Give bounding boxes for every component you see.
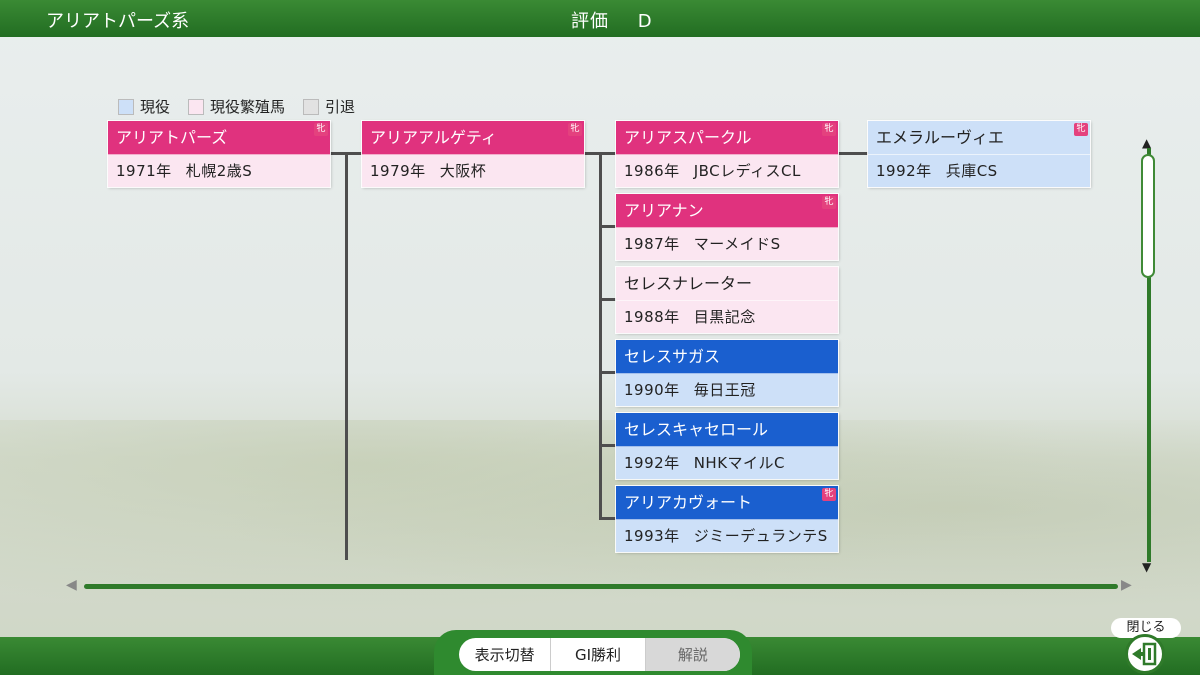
connector-line — [599, 371, 616, 374]
female-badge-icon: 牝 — [314, 123, 328, 136]
female-badge-icon: 牝 — [822, 196, 836, 209]
connector-line — [599, 298, 616, 301]
horse-name: アリアスパークル — [616, 121, 838, 155]
close-button[interactable] — [1125, 634, 1165, 674]
horse-race: 1992年 兵庫CS — [868, 155, 1090, 187]
female-badge-icon: 牝 — [822, 488, 836, 501]
horse-card[interactable]: アリアナン 1987年 マーメイドS 牝 — [616, 194, 838, 260]
horse-race: 1971年 札幌2歳S — [108, 155, 330, 187]
scroll-left-icon[interactable]: ◀ — [66, 577, 77, 593]
legend-swatch-active — [118, 98, 134, 115]
header-bar: アリアトパーズ系 評価 D — [0, 0, 1200, 37]
female-badge-icon: 牝 — [1074, 123, 1088, 136]
horse-race: 1992年 NHKマイルC — [616, 447, 838, 479]
horse-name: セレスキャセロール — [616, 413, 838, 447]
horse-card[interactable]: エメラルーヴィエ 1992年 兵庫CS 牝 — [868, 121, 1090, 187]
rating-label: 評価 — [571, 11, 609, 32]
female-badge-icon: 牝 — [822, 123, 836, 136]
legend-item-retired: 引退 — [303, 96, 355, 117]
legend-label: 現役繁殖馬 — [210, 98, 286, 116]
horse-card[interactable]: アリアカヴォート 1993年 ジミーデュランテS 牝 — [616, 486, 838, 552]
horse-card[interactable]: アリアアルゲティ 1979年 大阪杯 牝 — [362, 121, 584, 187]
horse-name: アリアアルゲティ — [362, 121, 584, 155]
legend-label: 引退 — [325, 98, 356, 116]
horse-card[interactable]: セレスキャセロール 1992年 NHKマイルC — [616, 413, 838, 479]
horse-name: アリアカヴォート — [616, 486, 838, 520]
scroll-down-icon[interactable]: ▼ — [1142, 560, 1151, 574]
vertical-scroll-thumb[interactable] — [1141, 154, 1155, 278]
connector-line — [599, 225, 616, 228]
exit-door-icon — [1132, 642, 1157, 666]
legend-item-breeding: 現役繁殖馬 — [188, 96, 285, 117]
horse-name: アリアトパーズ — [108, 121, 330, 155]
rating-grade: D — [637, 11, 653, 32]
horse-card[interactable]: セレスナレーター 1988年 目黒記念 — [616, 267, 838, 333]
legend: 現役 現役繁殖馬 引退 — [118, 96, 373, 117]
horse-race: 1979年 大阪杯 — [362, 155, 584, 187]
horse-name: セレスサガス — [616, 340, 838, 374]
connector-line — [345, 152, 348, 560]
tab-display-toggle[interactable]: 表示切替 — [459, 638, 552, 671]
lineage-title: アリアトパーズ系 — [46, 11, 190, 32]
horse-name: アリアナン — [616, 194, 838, 228]
horse-race: 1990年 毎日王冠 — [616, 374, 838, 406]
scroll-right-icon[interactable]: ▶ — [1121, 577, 1132, 593]
horse-race: 1986年 JBCレディスCL — [616, 155, 838, 187]
legend-label: 現役 — [140, 98, 171, 116]
horse-race: 1987年 マーメイドS — [616, 228, 838, 260]
horizontal-scrollbar[interactable] — [84, 584, 1118, 589]
horse-card[interactable]: アリアスパークル 1986年 JBCレディスCL 牝 — [616, 121, 838, 187]
legend-swatch-retired — [303, 98, 320, 115]
connector-line — [599, 517, 616, 520]
horse-race: 1988年 目黒記念 — [616, 301, 838, 333]
tab-group: 表示切替 GI勝利 解説 — [459, 638, 740, 671]
horse-card[interactable]: セレスサガス 1990年 毎日王冠 — [616, 340, 838, 406]
horse-name: エメラルーヴィエ — [868, 121, 1090, 155]
legend-item-active: 現役 — [118, 96, 170, 117]
female-badge-icon: 牝 — [568, 123, 582, 136]
connector-line — [599, 152, 602, 520]
rating: 評価 D — [571, 7, 653, 33]
horse-card[interactable]: アリアトパーズ 1971年 札幌2歳S 牝 — [108, 121, 330, 187]
horse-name: セレスナレーター — [616, 267, 838, 301]
connector-line — [599, 444, 616, 447]
tab-gi-wins[interactable]: GI勝利 — [551, 638, 646, 671]
legend-swatch-breeding — [188, 98, 205, 115]
connector-line — [838, 152, 868, 155]
tab-commentary[interactable]: 解説 — [645, 638, 740, 671]
horse-race: 1993年 ジミーデュランテS — [616, 520, 838, 552]
